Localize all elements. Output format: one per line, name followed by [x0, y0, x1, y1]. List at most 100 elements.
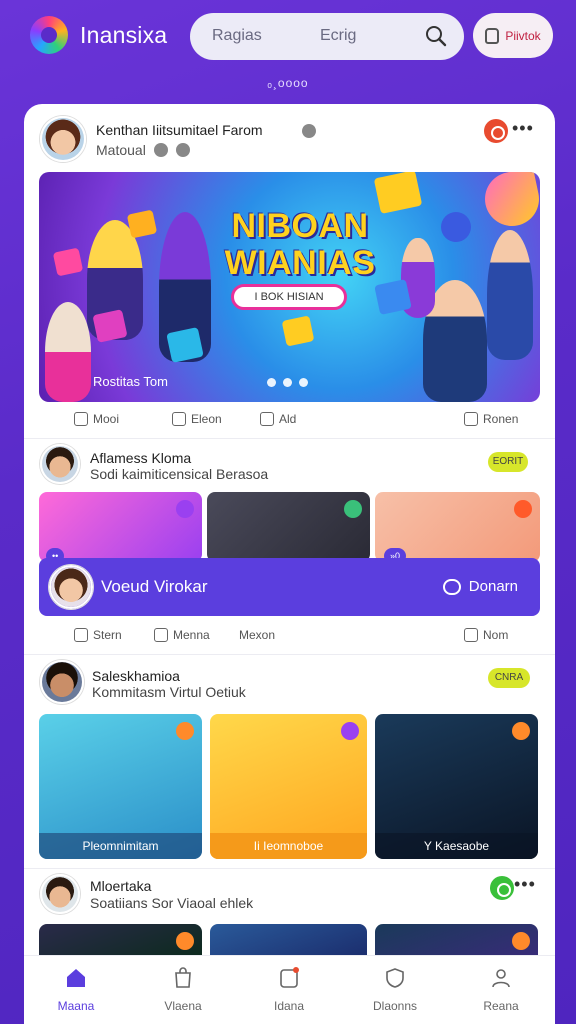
- search-bar[interactable]: Ragias Ecrig: [190, 13, 464, 60]
- video-bar-title: Voeud Virokar: [101, 577, 208, 596]
- home-action[interactable]: Mooi: [74, 412, 119, 426]
- bag-icon: [485, 27, 500, 44]
- post2-thumbnail[interactable]: [39, 492, 202, 562]
- live-badge-icon[interactable]: [484, 119, 508, 143]
- action-label: Mexon: [239, 628, 276, 642]
- action-label: Ronen: [483, 412, 519, 426]
- post4-author[interactable]: Mloertaka: [90, 878, 151, 894]
- divider: [24, 438, 555, 439]
- video-bar-avatar: [49, 565, 93, 609]
- thumbnail-label: Ii Ieomnoboe: [210, 833, 367, 859]
- game-orb-icon: [438, 209, 474, 245]
- nav-item-home[interactable]: Maana: [41, 966, 111, 1013]
- carousel-dot[interactable]: [283, 378, 292, 387]
- post1-subtitle: Matoual: [96, 142, 190, 158]
- thumbnail-badge-icon: [176, 722, 194, 740]
- carousel-dots[interactable]: [267, 378, 308, 387]
- hero-banner[interactable]: NIBOAN WIANIAS I BOK HISIAN Rostitas Tom: [39, 172, 540, 402]
- thumbnail-label: Pleomnimitam: [39, 833, 202, 859]
- profile-button[interactable]: Piivtok: [473, 13, 553, 58]
- shield-icon: [386, 968, 404, 988]
- post2-badge[interactable]: EORIT: [488, 452, 528, 472]
- game-cube-icon: [281, 315, 315, 347]
- post1-actions: Mooi Eleon Ald Ronen: [24, 412, 555, 436]
- thumbnail-badge-icon: [512, 722, 530, 740]
- action-label: Eleon: [191, 412, 222, 426]
- menu-action[interactable]: Mexon: [239, 628, 275, 642]
- hero-kid-figure: [487, 230, 533, 360]
- nav-item-shield[interactable]: Dlaonns: [360, 966, 430, 1013]
- post4-avatar[interactable]: [40, 874, 80, 914]
- nav-item-store[interactable]: Vlaena: [148, 966, 218, 1013]
- profile-icon: [492, 969, 510, 988]
- video-bar-action[interactable]: Donarn: [442, 578, 518, 595]
- nav-item-notifications[interactable]: Idana: [254, 966, 324, 1013]
- profile-button-label: Piivtok: [505, 28, 541, 43]
- game-cube-icon: [126, 209, 158, 239]
- app-logo-icon[interactable]: [30, 16, 68, 54]
- search-right-text: Ecrig: [320, 27, 357, 44]
- divider: [24, 868, 555, 869]
- action-label: Nom: [483, 628, 509, 642]
- thumbnail-label: Y Kaesaobe: [375, 833, 538, 859]
- globe-icon: [153, 143, 168, 157]
- more-options-icon[interactable]: •••: [514, 874, 536, 895]
- notifications-icon: [280, 967, 299, 988]
- post3-thumbnail[interactable]: Ii Ieomnoboe: [210, 714, 367, 859]
- search-left-text: Ragias: [212, 27, 262, 44]
- reaction-action[interactable]: Nom: [464, 628, 508, 642]
- media-icon: [154, 628, 168, 642]
- hero-title-line2: WIANIAS: [224, 244, 376, 282]
- comment-action[interactable]: Eleon: [172, 412, 222, 426]
- video-bar[interactable]: Voeud Virokar Donarn: [39, 558, 540, 616]
- thumbnail-badge-icon: [344, 500, 362, 518]
- post3-avatar[interactable]: [40, 660, 84, 704]
- post3-badge[interactable]: CNRA: [488, 668, 530, 688]
- verified-icon: [302, 124, 316, 138]
- game-cube-icon: [52, 247, 84, 277]
- game-cone-icon: [479, 172, 540, 232]
- reaction-action[interactable]: Ronen: [464, 412, 518, 426]
- video-bar-action-label: Donarn: [468, 578, 518, 595]
- post3-author[interactable]: Saleskhamioa: [92, 668, 180, 684]
- post2-author[interactable]: Aflamess Kloma: [90, 450, 191, 466]
- thumbnail-badge-icon: [176, 500, 194, 518]
- hero-tag[interactable]: I BOK HISIAN: [231, 284, 347, 310]
- nav-label: Vlaena: [164, 999, 202, 1013]
- post1-subtitle-text: Matoual: [96, 142, 146, 158]
- post1-avatar[interactable]: [40, 116, 86, 162]
- post1-author[interactable]: Kenthan Iiitsumitael Farom: [96, 122, 263, 138]
- thumbnail-badge-icon: [341, 722, 359, 740]
- action-label: Ald: [279, 412, 297, 426]
- search-icon[interactable]: [424, 24, 448, 48]
- feed-card: Kenthan Iiitsumitael Farom Matoual ••• N…: [24, 104, 555, 1024]
- carousel-dot[interactable]: [267, 378, 276, 387]
- post2-actions: Stern Menna Mexon Nom: [24, 628, 555, 652]
- pencil-icon: [260, 412, 274, 426]
- post3-subtitle: Kommitasm Virtul Oetiuk: [92, 684, 246, 700]
- nav-label: Reana: [483, 999, 519, 1013]
- home-icon: [67, 969, 85, 987]
- post2-avatar[interactable]: [40, 444, 80, 484]
- carousel-dot[interactable]: [299, 378, 308, 387]
- post4-subtitle: Soatiians Sor Viaoal ehlek: [90, 895, 254, 911]
- thumbnail-badge-icon: [514, 500, 532, 518]
- subline-text: ₒ¸oooo: [267, 76, 309, 90]
- top-bar: Inansixa Ragias Ecrig Piivtok: [0, 0, 576, 76]
- share-action[interactable]: Ald: [260, 412, 296, 426]
- post2-subtitle: Sodi kaimiticensical Berasoa: [90, 466, 269, 482]
- bag-icon: [175, 967, 191, 988]
- post3-thumbnail[interactable]: Y Kaesaobe: [375, 714, 538, 859]
- post3-thumbnail[interactable]: Pleomnimitam: [39, 714, 202, 859]
- action-label: Stern: [93, 628, 122, 642]
- nav-item-profile[interactable]: Reana: [466, 966, 536, 1013]
- reaction-icon: [464, 628, 478, 642]
- online-badge-icon[interactable]: [490, 876, 514, 900]
- more-options-icon[interactable]: •••: [512, 118, 534, 139]
- post2-thumbnail[interactable]: [207, 492, 370, 562]
- home-icon: [74, 412, 88, 426]
- home-action[interactable]: Stern: [74, 628, 122, 642]
- hero-title-line1: NIBOAN: [231, 207, 369, 245]
- media-action[interactable]: Menna: [154, 628, 210, 642]
- divider: [24, 654, 555, 655]
